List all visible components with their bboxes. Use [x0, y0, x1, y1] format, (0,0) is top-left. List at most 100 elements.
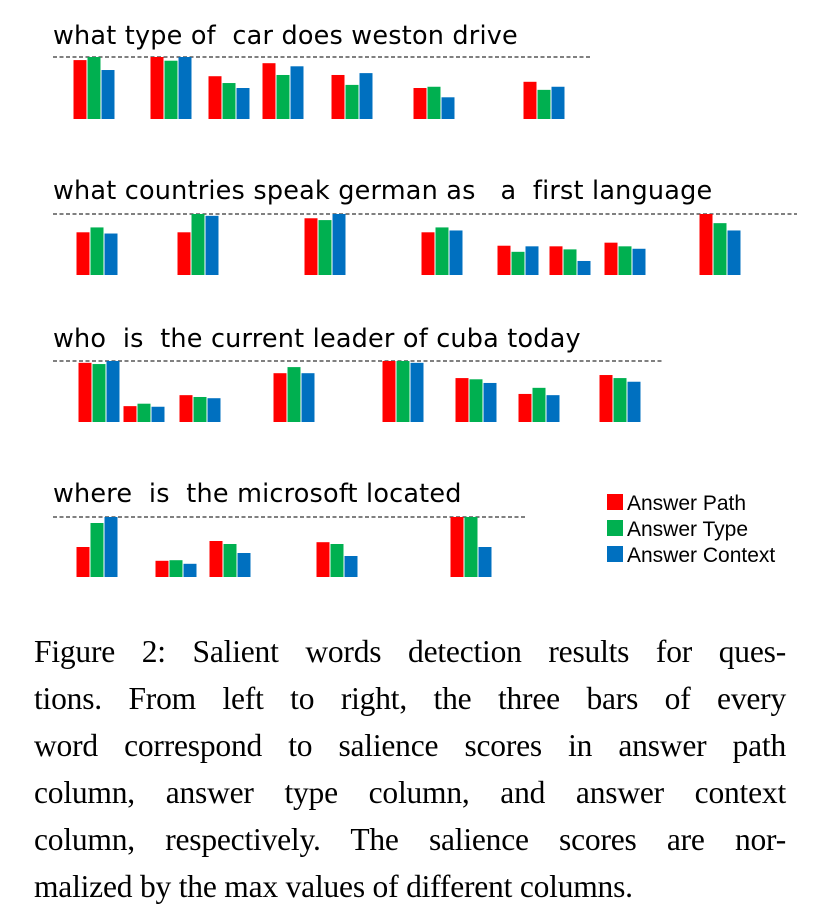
- question-row: who is the current leader of cuba today: [53, 324, 662, 422]
- word-bar-group-the: [209, 541, 251, 577]
- bar-answer-context: [441, 97, 455, 119]
- bar-answer-context: [546, 395, 560, 422]
- word-bar-group-german: [421, 227, 463, 275]
- bar-answer-path: [523, 81, 537, 119]
- bar-answer-type: [87, 57, 101, 119]
- bar-answer-path: [455, 378, 469, 422]
- bar-answer-type: [537, 89, 551, 119]
- bar-answer-context: [727, 230, 741, 275]
- legend-swatch-answer-path: [607, 494, 623, 510]
- word-bar-group-located: [450, 517, 492, 577]
- bar-answer-type: [92, 364, 106, 422]
- word-bar-group-cuba: [518, 387, 560, 422]
- bar-answer-path: [273, 373, 287, 422]
- caption-line: column, respectively. The salience score…: [34, 822, 786, 857]
- bar-answer-type: [276, 74, 290, 119]
- word-bar-group-speak: [304, 214, 346, 275]
- bar-answer-type: [345, 84, 359, 119]
- question-row: where is the microsoft located: [53, 479, 525, 577]
- word-bar-group-does: [331, 73, 373, 119]
- bar-answer-type: [618, 246, 632, 275]
- bar-answer-context: [183, 563, 197, 577]
- bar-answer-context: [410, 362, 424, 422]
- question-row: what type of car does weston drive: [53, 21, 590, 119]
- word-bar-group-car: [262, 63, 304, 119]
- bar-answer-type: [713, 223, 727, 275]
- word-bar-group-current: [273, 367, 315, 422]
- word-bar-group-microsoft: [316, 542, 358, 577]
- bar-answer-context: [449, 230, 463, 275]
- word-bar-group-the: [179, 395, 221, 422]
- bar-answer-type: [164, 60, 178, 119]
- bar-answer-path: [179, 395, 193, 422]
- caption-line: column, answer type column, and answer c…: [34, 775, 786, 810]
- word-bar-group-is: [123, 403, 165, 422]
- bar-answer-path: [78, 362, 92, 422]
- caption-line: Figure 2: Salient words detection result…: [34, 634, 786, 669]
- bar-answer-type: [469, 379, 483, 422]
- caption-line: malized by the max values of different c…: [34, 869, 633, 904]
- legend-item-answer-context: Answer Context: [607, 544, 775, 567]
- caption-line: word correspond to salience scores in an…: [34, 728, 786, 763]
- bar-answer-type: [532, 387, 546, 422]
- question-text: what countries speak german as a first l…: [53, 176, 712, 206]
- bar-answer-path: [549, 246, 563, 275]
- bar-answer-type: [563, 249, 577, 275]
- bar-answer-path: [73, 60, 87, 119]
- bar-answer-type: [223, 544, 237, 577]
- bar-answer-path: [304, 218, 318, 275]
- bar-answer-path: [450, 517, 464, 577]
- word-bar-group-where: [76, 517, 118, 577]
- bar-answer-path: [699, 214, 713, 275]
- word-bar-group-type: [150, 57, 192, 119]
- bar-answer-type: [90, 227, 104, 275]
- bar-answer-path: [382, 361, 396, 422]
- bar-answer-context: [525, 246, 539, 275]
- bar-answer-type: [90, 523, 104, 577]
- bar-answer-context: [632, 248, 646, 275]
- bar-answer-type: [330, 544, 344, 577]
- bar-answer-path: [599, 375, 613, 422]
- bar-answer-context: [483, 382, 497, 422]
- bar-answer-type: [427, 86, 441, 119]
- bar-answer-context: [237, 553, 251, 577]
- bar-answer-path: [262, 63, 276, 119]
- bar-answer-type: [169, 560, 183, 577]
- word-bar-group-what: [76, 227, 118, 275]
- bar-answer-type: [193, 396, 207, 422]
- bar-answer-path: [421, 232, 435, 275]
- word-bar-group-of: [208, 76, 250, 119]
- bar-answer-type: [287, 367, 301, 422]
- bar-answer-type: [613, 378, 627, 422]
- bar-answer-path: [604, 242, 618, 275]
- bar-answer-type: [464, 517, 478, 577]
- bar-answer-context: [101, 70, 115, 119]
- question-row: what countries speak german as a first l…: [53, 176, 797, 275]
- legend-item-answer-type: Answer Type: [607, 518, 748, 541]
- bar-answer-type: [222, 83, 236, 119]
- bar-answer-path: [208, 76, 222, 119]
- word-bar-group-what: [73, 57, 115, 119]
- bar-answer-context: [151, 406, 165, 422]
- bar-answer-path: [413, 88, 427, 119]
- question-text: where is the microsoft located: [53, 479, 462, 509]
- word-bar-group-first: [604, 242, 646, 275]
- caption-line: tions. From left to right, the three bar…: [34, 681, 786, 716]
- bar-answer-context: [301, 373, 315, 422]
- bar-answer-path: [209, 541, 223, 577]
- legend-item-answer-path: Answer Path: [607, 492, 746, 515]
- legend-swatch-answer-type: [607, 520, 623, 536]
- bar-answer-context: [627, 381, 641, 422]
- word-bar-group-language: [699, 214, 741, 275]
- bar-answer-type: [511, 251, 525, 275]
- word-bar-group-today: [599, 375, 641, 422]
- bar-answer-context: [577, 260, 591, 275]
- bar-answer-path: [123, 406, 137, 422]
- bar-answer-context: [106, 361, 120, 422]
- bar-answer-type: [191, 214, 205, 275]
- bar-answer-context: [290, 66, 304, 119]
- bar-answer-context: [478, 547, 492, 577]
- legend-label-answer-context: Answer Context: [627, 544, 775, 567]
- word-bar-group-who: [78, 361, 120, 422]
- bar-answer-type: [137, 403, 151, 422]
